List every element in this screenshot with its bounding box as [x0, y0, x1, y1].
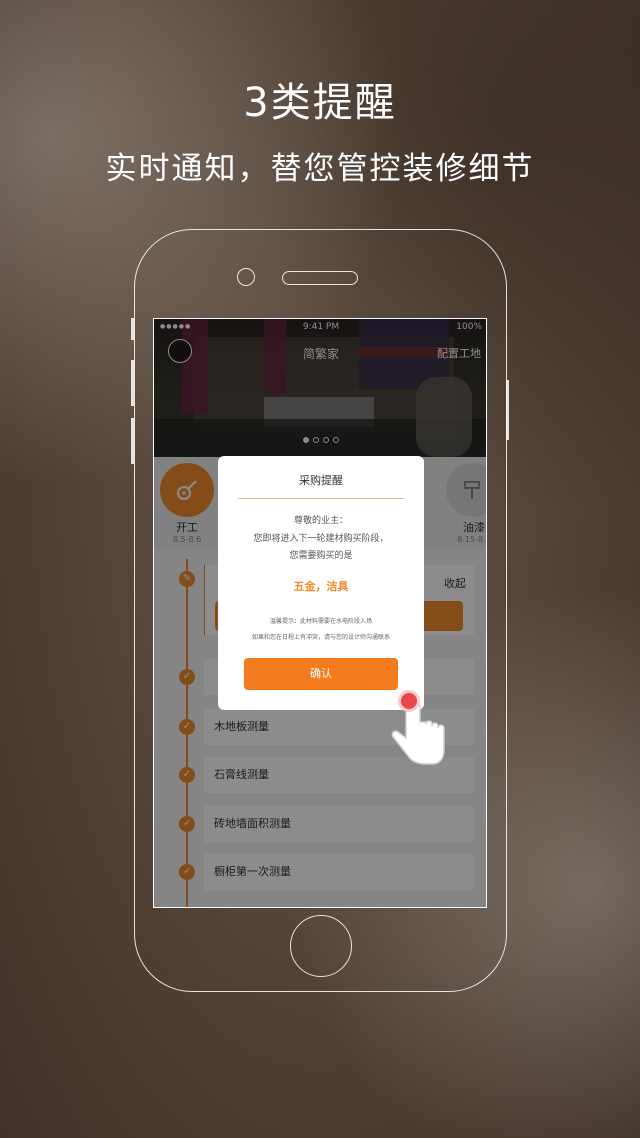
dialog-items: 五金，洁具	[293, 580, 349, 593]
dialog-title: 采购提醒	[299, 474, 343, 487]
phone-speaker	[282, 271, 358, 285]
phone-screen: ●●●●● 9:41 PM 100% 简繁家 配置工地 开工 8.5-8.6 油…	[153, 318, 487, 908]
promo-subline: 实时通知，替您管控装修细节	[105, 151, 535, 187]
dialog-greeting: 尊敬的业主：	[293, 516, 348, 526]
tap-indicator	[398, 690, 420, 712]
promo-headline: 3类提醒	[243, 80, 397, 126]
phone-camera	[237, 268, 255, 286]
phone-mute-switch	[131, 318, 134, 340]
dialog-message: 您需要购买的是	[289, 551, 353, 561]
phone-home-button	[290, 915, 352, 977]
dialog-tip: 温馨提示：此材料需要在水电阶段入场	[269, 618, 372, 625]
dialog-tip: 如果和您在日程上有冲突，请与您的设计师沟通联系	[251, 634, 390, 641]
purchase-reminder-dialog: 采购提醒 尊敬的业主： 您即将进入下一轮建材购买阶段， 您需要购买的是 五金，洁…	[218, 456, 424, 710]
dialog-divider	[238, 498, 404, 499]
phone-power-button	[506, 380, 509, 440]
dialog-message: 您即将进入下一轮建材购买阶段，	[253, 534, 389, 544]
confirm-button[interactable]: 确认	[244, 658, 398, 690]
phone-volume-down	[131, 418, 134, 464]
phone-volume-up	[131, 360, 134, 406]
